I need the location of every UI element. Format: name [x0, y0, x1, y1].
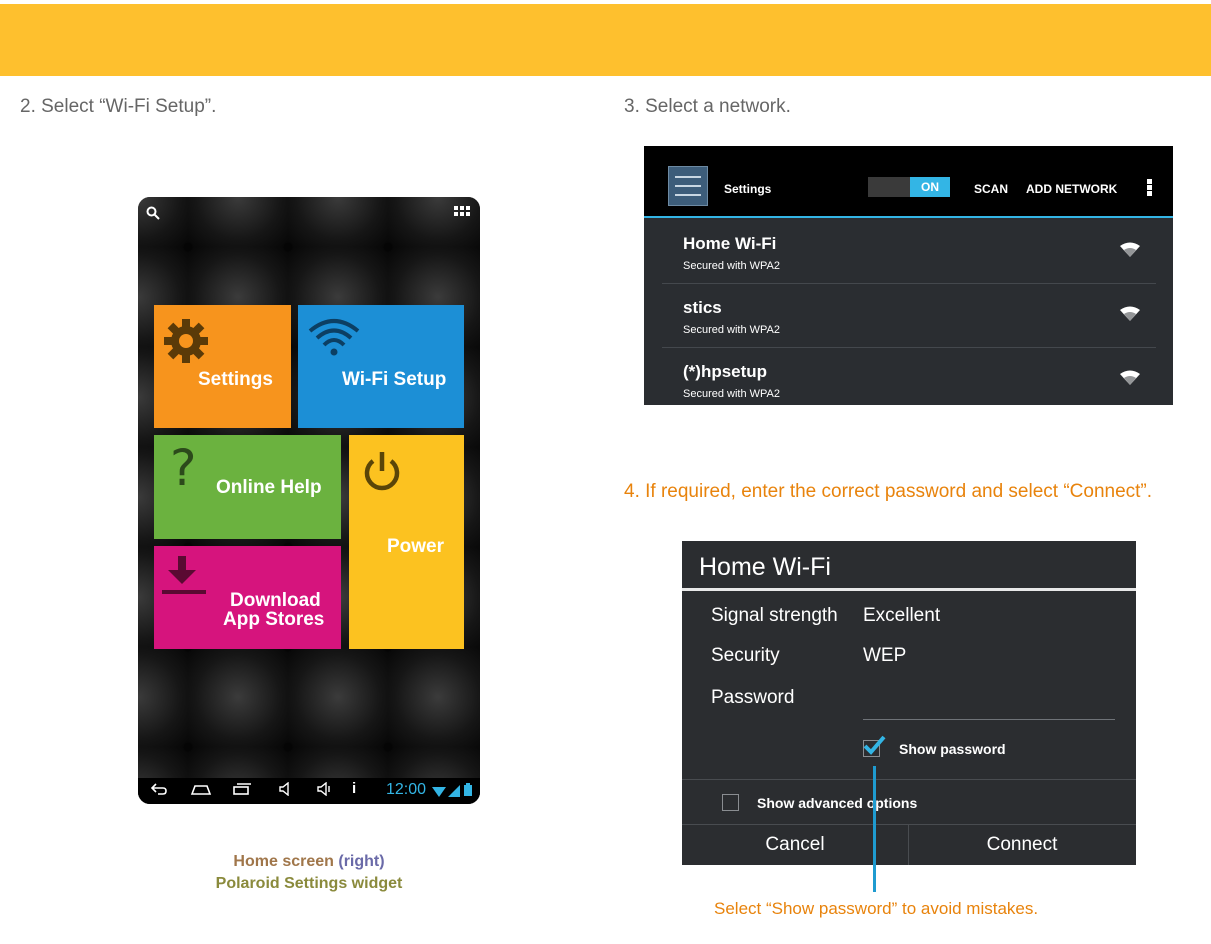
step-3-instruction: 3. Select a network.: [624, 96, 791, 117]
wifi-status-icon: [432, 784, 446, 800]
network-row[interactable]: (*)hpsetup Secured with WPA2: [662, 348, 1156, 405]
tile-settings-label: Settings: [198, 369, 273, 390]
wifi-signal-icon: [1120, 242, 1140, 263]
checkmark-icon: [863, 735, 886, 755]
tile-online-help-label: Online Help: [216, 477, 322, 498]
clock-time: 12:00: [386, 781, 427, 798]
signal-strength-value: Excellent: [863, 605, 941, 626]
settings-title: Settings: [724, 182, 772, 196]
gear-icon: [162, 317, 210, 371]
power-icon: [359, 449, 405, 501]
show-password-checkbox[interactable]: [863, 735, 886, 757]
wifi-toggle[interactable]: ON: [868, 177, 950, 197]
settings-action-bar: Settings ON SCAN ADD NETWORK: [644, 146, 1173, 218]
system-navbar: i 12:00: [138, 778, 480, 804]
password-input[interactable]: [863, 719, 1115, 720]
wifi-connect-dialog: Home Wi-Fi Signal strength Excellent Sec…: [682, 541, 1136, 865]
wifi-toggle-on: ON: [910, 177, 950, 197]
tile-wifi-setup[interactable]: Wi-Fi Setup: [298, 305, 464, 428]
network-row[interactable]: stics Secured with WPA2: [662, 284, 1156, 348]
wifi-settings-panel: Settings ON SCAN ADD NETWORK Home Wi-Fi …: [644, 146, 1173, 405]
security-value: WEP: [863, 645, 907, 666]
tablet-home-screen: Settings Wi-Fi Setup ? Online Help Power: [138, 197, 480, 804]
overflow-menu-icon[interactable]: [1147, 179, 1152, 197]
security-label: Security: [711, 645, 780, 666]
dialog-title-bar: Home Wi-Fi: [682, 541, 1136, 591]
show-advanced-checkbox[interactable]: [722, 794, 739, 811]
step-2-instruction: 2. Select “Wi-Fi Setup”.: [20, 96, 217, 117]
add-network-button[interactable]: ADD NETWORK: [1026, 182, 1117, 196]
network-security: Secured with WPA2: [683, 260, 781, 272]
scan-button[interactable]: SCAN: [974, 182, 1008, 196]
tile-power-label: Power: [387, 536, 445, 557]
signal-strength-label: Signal strength: [711, 605, 838, 626]
caption-home-screen: Home screen: [233, 853, 334, 870]
settings-app-icon[interactable]: [668, 166, 708, 206]
header-banner: [0, 4, 1211, 76]
apps-grid-icon[interactable]: [454, 205, 470, 221]
volume-up-icon[interactable]: [316, 781, 332, 799]
back-icon[interactable]: [150, 782, 168, 799]
network-security: Secured with WPA2: [683, 388, 781, 400]
password-label: Password: [711, 687, 795, 708]
caption-polaroid-widget: Polaroid Settings widget: [215, 875, 403, 892]
network-name: stics: [683, 298, 722, 317]
tile-download-app-stores[interactable]: Download App Stores: [154, 546, 341, 649]
divider: [682, 779, 1136, 780]
show-password-label: Show password: [899, 741, 1006, 757]
tile-download-label-line2: App Stores: [223, 609, 325, 630]
caption-right: (right): [338, 853, 385, 870]
wifi-signal-icon: [1120, 306, 1140, 327]
signal-status-icon: [448, 784, 460, 800]
search-icon[interactable]: [146, 206, 160, 223]
network-row[interactable]: Home Wi-Fi Secured with WPA2: [662, 220, 1156, 284]
wifi-signal-icon: [1120, 370, 1140, 391]
tile-power[interactable]: Power: [349, 435, 464, 649]
network-name: (*)hpsetup: [683, 362, 768, 381]
question-icon: ?: [170, 439, 197, 497]
tablet-caption-line1: Home screen (right): [138, 853, 480, 871]
home-icon[interactable]: [190, 782, 212, 799]
dialog-title: Home Wi-Fi: [699, 553, 831, 581]
show-advanced-label: Show advanced options: [757, 795, 918, 811]
wifi-icon: [308, 317, 360, 363]
connect-button[interactable]: Connect: [909, 825, 1135, 865]
recent-apps-icon[interactable]: [232, 782, 252, 799]
download-icon: [162, 554, 206, 604]
callout-pointer: [873, 766, 876, 892]
network-name: Home Wi-Fi: [683, 234, 777, 253]
tile-settings[interactable]: Settings: [154, 305, 291, 428]
tile-wifi-setup-label: Wi-Fi Setup: [342, 369, 447, 390]
network-security: Secured with WPA2: [683, 324, 781, 336]
volume-down-icon[interactable]: [278, 781, 292, 799]
callout-text: Select “Show password” to avoid mistakes…: [714, 899, 1039, 918]
tile-online-help[interactable]: ? Online Help: [154, 435, 341, 539]
info-icon[interactable]: i: [352, 780, 356, 797]
step-4-instruction: 4. If required, enter the correct passwo…: [624, 481, 1153, 502]
battery-icon: [464, 783, 472, 799]
